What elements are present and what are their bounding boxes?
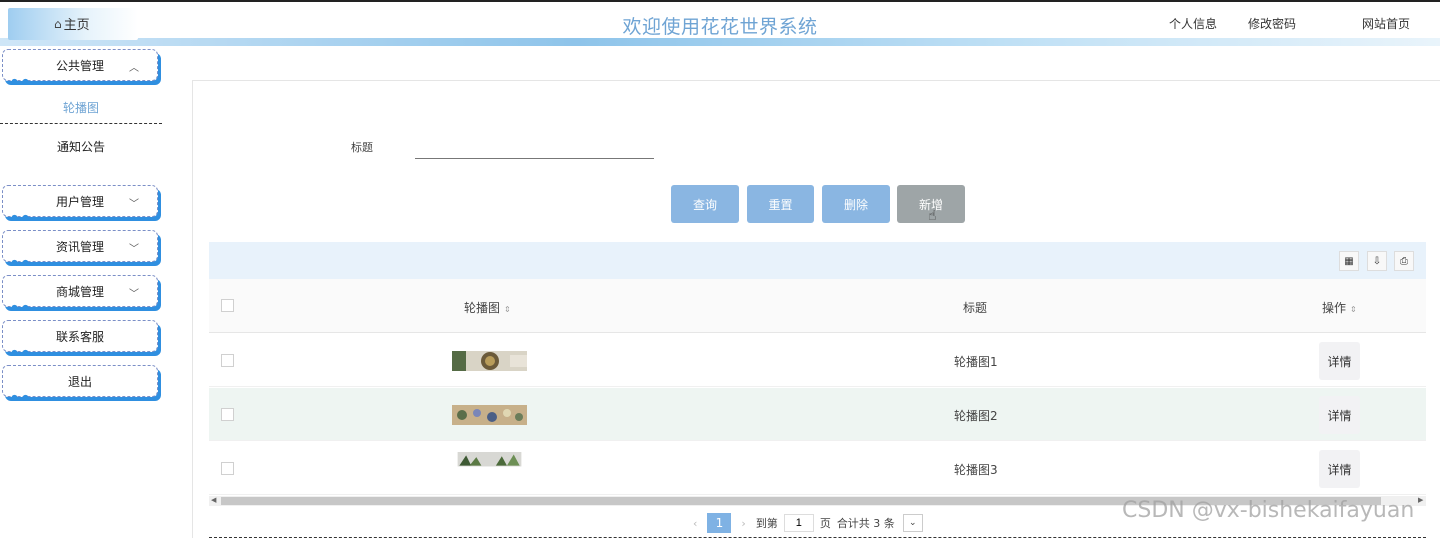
table-header: 轮播图 ⇕ 标题 操作 ⇕ xyxy=(209,279,1426,333)
detail-button[interactable]: 详情 xyxy=(1319,342,1360,380)
column-header-action[interactable]: 操作 ⇕ xyxy=(1322,299,1357,316)
goto-label: 到第 xyxy=(755,517,778,530)
search-title-input[interactable] xyxy=(415,141,654,159)
row-title: 轮播图2 xyxy=(954,409,998,423)
page-unit-label: 页 xyxy=(819,517,831,530)
decorative-dots: ●● xyxy=(11,393,33,402)
sidebar-item-label: 用户管理 xyxy=(55,194,104,209)
delete-button[interactable]: 删除 xyxy=(822,185,890,223)
chevron-up-icon: ︿ xyxy=(129,63,139,74)
total-count-label: 合计共 3 条 xyxy=(836,517,895,530)
website-home-link[interactable]: 网站首页 xyxy=(1362,15,1410,32)
search-title-label: 标题 xyxy=(351,141,373,154)
chevron-down-icon: ﹀ xyxy=(129,244,139,255)
prev-page-icon[interactable]: ‹ xyxy=(693,517,697,530)
carousel-thumbnail-image xyxy=(457,452,522,467)
sidebar-item-customer-service[interactable]: 联系客服 ●● xyxy=(2,320,158,357)
hand-cursor-icon: ☝ xyxy=(928,208,937,224)
next-page-icon[interactable]: › xyxy=(741,517,745,530)
sidebar-item-public-management[interactable]: 公共管理 ︿ ●● xyxy=(2,49,158,86)
sidebar-item-logout[interactable]: 退出 ●● xyxy=(2,365,158,402)
detail-button[interactable]: 详情 xyxy=(1319,450,1360,488)
sidebar-item-label: 公共管理 xyxy=(55,58,104,73)
sidebar-item-user-management[interactable]: 用户管理 ﹀ ●● xyxy=(2,185,158,222)
table-row: 轮播图1 详情 xyxy=(209,334,1426,387)
watermark-text: CSDN @vx-bishekaifayuan xyxy=(1122,498,1415,523)
page-title: 欢迎使用花花世界系统 xyxy=(622,16,818,38)
export-icon[interactable]: ⇩ xyxy=(1367,251,1387,271)
sidebar-divider xyxy=(0,123,162,124)
table-row: 轮播图3 详情 xyxy=(209,442,1426,495)
page-number-current[interactable]: 1 xyxy=(707,513,732,533)
scroll-right-icon[interactable]: ▶ xyxy=(1418,496,1423,504)
sidebar-subitem-notice[interactable]: 通知公告 xyxy=(0,138,162,155)
row-checkbox[interactable] xyxy=(221,354,234,367)
table-toolbar: ▦ ⇩ ⎙ xyxy=(209,242,1426,279)
sidebar-item-label: 联系客服 xyxy=(55,329,104,344)
table-row: 轮播图2 详情 xyxy=(209,388,1426,441)
sidebar: 公共管理 ︿ ●● 轮播图 通知公告 用户管理 ﹀ ●● 资讯管理 ﹀ ●● 商… xyxy=(0,46,165,538)
scroll-left-icon[interactable]: ◀ xyxy=(211,496,216,504)
carousel-thumbnail-image xyxy=(452,351,527,371)
row-checkbox[interactable] xyxy=(221,408,234,421)
reset-button[interactable]: 重置 xyxy=(747,185,814,223)
print-icon[interactable]: ⎙ xyxy=(1394,251,1414,271)
top-header: ⌂ 主页 欢迎使用花花世界系统 个人信息 修改密码 网站首页 xyxy=(0,0,1440,46)
sidebar-item-news-management[interactable]: 资讯管理 ﹀ ●● xyxy=(2,230,158,267)
header-wave-decoration xyxy=(0,38,1440,46)
columns-filter-icon[interactable]: ▦ xyxy=(1339,251,1359,271)
decorative-dots: ●● xyxy=(11,77,33,86)
select-all-checkbox[interactable] xyxy=(221,299,234,312)
sort-icon: ⇕ xyxy=(1350,305,1357,314)
goto-page-input[interactable] xyxy=(783,514,814,532)
row-title: 轮播图1 xyxy=(954,355,998,369)
sort-icon: ⇕ xyxy=(504,305,511,314)
chevron-down-icon: ﹀ xyxy=(129,289,139,300)
row-checkbox[interactable] xyxy=(221,462,234,475)
sidebar-item-label: 商城管理 xyxy=(55,284,104,299)
column-header-title: 标题 xyxy=(963,301,988,315)
sidebar-subitem-carousel[interactable]: 轮播图 xyxy=(0,99,162,116)
carousel-thumbnail-image xyxy=(452,405,527,425)
detail-button[interactable]: 详情 xyxy=(1319,396,1360,434)
sidebar-item-mall-management[interactable]: 商城管理 ﹀ ●● xyxy=(2,275,158,312)
decorative-dots: ●● xyxy=(11,213,33,222)
sidebar-item-label: 退出 xyxy=(67,374,92,389)
row-title: 轮播图3 xyxy=(954,463,998,477)
change-password-link[interactable]: 修改密码 xyxy=(1248,15,1296,32)
chevron-down-icon: ﹀ xyxy=(129,199,139,210)
decorative-dots: ●● xyxy=(11,258,33,267)
decorative-dots: ●● xyxy=(11,303,33,312)
decorative-dots: ●● xyxy=(11,348,33,357)
query-button[interactable]: 查询 xyxy=(671,185,739,223)
sidebar-item-label: 资讯管理 xyxy=(55,239,104,254)
column-header-image[interactable]: 轮播图 ⇕ xyxy=(464,299,511,316)
page-size-select[interactable]: ⌄ xyxy=(902,514,923,532)
pagination: ‹ 1 › 到第 页 合计共 3 条 ⌄ xyxy=(693,513,923,533)
profile-link[interactable]: 个人信息 xyxy=(1169,15,1217,32)
main-panel: 标题 查询 重置 删除 新增 ☝ ▦ ⇩ ⎙ 轮播图 ⇕ 标题 操作 ⇕ 轮播图1 … xyxy=(192,80,1440,538)
